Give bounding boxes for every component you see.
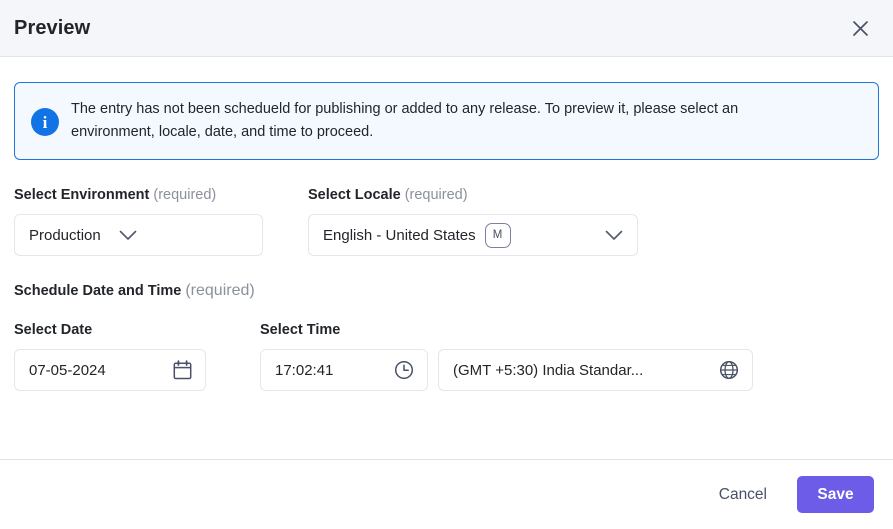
environment-field-group: Select Environment (required) Production bbox=[14, 187, 308, 256]
locale-label: Select Locale (required) bbox=[308, 187, 648, 203]
schedule-section-header: Schedule Date and Time (required) bbox=[14, 282, 879, 300]
environment-label-text: Select Environment bbox=[14, 187, 150, 203]
locale-inner: English - United States M bbox=[323, 222, 623, 248]
environment-label: Select Environment (required) bbox=[14, 187, 308, 203]
date-field-group: Select Date 07-05-2024 bbox=[14, 322, 260, 391]
timezone-select[interactable]: (GMT +5:30) India Standar... bbox=[438, 349, 753, 391]
modal-body: i The entry has not been schedueld for p… bbox=[0, 57, 893, 459]
locale-master-badge: M bbox=[484, 222, 511, 248]
page-title: Preview bbox=[14, 16, 91, 39]
environment-value: Production bbox=[29, 226, 101, 244]
timezone-field-group: (GMT +5:30) India Standar... bbox=[438, 322, 758, 391]
date-time-row: Select Date 07-05-2024 Select Time 17:02… bbox=[14, 322, 879, 391]
preview-modal: Preview i The entry has not been schedue… bbox=[0, 0, 893, 529]
time-field-group: Select Time 17:02:41 bbox=[260, 322, 438, 391]
environment-required-text: (required) bbox=[153, 187, 217, 203]
chevron-down-icon bbox=[605, 230, 623, 241]
cancel-button[interactable]: Cancel bbox=[707, 478, 779, 512]
locale-required-text: (required) bbox=[404, 187, 468, 203]
environment-locale-row: Select Environment (required) Production … bbox=[14, 187, 879, 256]
modal-footer: Cancel Save bbox=[0, 459, 893, 529]
locale-value: English - United States bbox=[323, 226, 476, 244]
environment-select[interactable]: Production bbox=[14, 214, 263, 256]
calendar-icon bbox=[173, 360, 192, 380]
info-banner: i The entry has not been schedueld for p… bbox=[14, 82, 879, 160]
locale-field-group: Select Locale (required) English - United… bbox=[308, 187, 648, 256]
modal-header: Preview bbox=[0, 0, 893, 57]
chevron-down-icon bbox=[119, 230, 137, 241]
locale-select[interactable]: English - United States M bbox=[308, 214, 638, 256]
save-button[interactable]: Save bbox=[797, 476, 874, 513]
timezone-value: (GMT +5:30) India Standar... bbox=[453, 361, 644, 379]
time-input[interactable]: 17:02:41 bbox=[260, 349, 428, 391]
globe-icon bbox=[719, 360, 739, 380]
schedule-required-text: (required) bbox=[185, 282, 255, 299]
info-icon: i bbox=[31, 108, 59, 136]
date-label: Select Date bbox=[14, 322, 93, 338]
close-icon[interactable] bbox=[847, 15, 873, 41]
time-value: 17:02:41 bbox=[275, 361, 334, 379]
timezone-label-spacer bbox=[438, 322, 758, 338]
date-input[interactable]: 07-05-2024 bbox=[14, 349, 206, 391]
clock-icon bbox=[394, 360, 414, 380]
schedule-label-text: Schedule Date and Time bbox=[14, 283, 182, 299]
locale-label-text: Select Locale bbox=[308, 187, 401, 203]
time-label: Select Time bbox=[260, 322, 341, 338]
info-banner-message: The entry has not been schedueld for pub… bbox=[71, 101, 739, 140]
date-value: 07-05-2024 bbox=[29, 361, 106, 379]
